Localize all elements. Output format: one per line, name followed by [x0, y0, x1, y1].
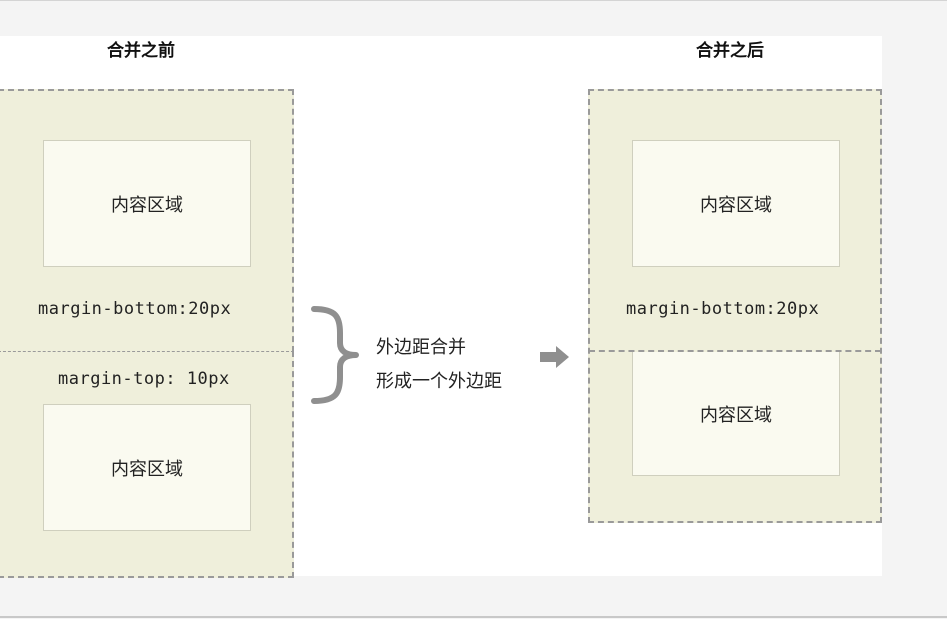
merge-note-line-2: 形成一个外边距 — [376, 371, 502, 392]
content-area-label: 内容区域 — [700, 404, 772, 426]
before-margin-bottom-label: margin-bottom:20px — [38, 299, 232, 319]
title-after-merge: 合并之后 — [696, 41, 764, 61]
merge-note-line-1: 外边距合并 — [376, 337, 466, 358]
after-margin-bottom-label: margin-bottom:20px — [626, 299, 820, 319]
before-margin-top-label: margin-top: 10px — [58, 369, 230, 389]
title-before-merge: 合并之前 — [107, 41, 175, 61]
after-upper-content-area: 内容区域 — [632, 140, 840, 267]
before-lower-content-area: 内容区域 — [43, 404, 251, 531]
content-area-label: 内容区域 — [111, 458, 183, 480]
before-upper-content-area: 内容区域 — [43, 140, 251, 267]
content-area-label: 内容区域 — [700, 194, 772, 216]
after-lower-content-area: 内容区域 — [632, 352, 840, 476]
content-area-label: 内容区域 — [111, 194, 183, 216]
frame-bottom-border — [0, 616, 947, 618]
right-curly-brace-icon — [311, 306, 359, 404]
frame-top-border — [0, 0, 947, 1]
right-arrow-icon — [540, 346, 569, 368]
